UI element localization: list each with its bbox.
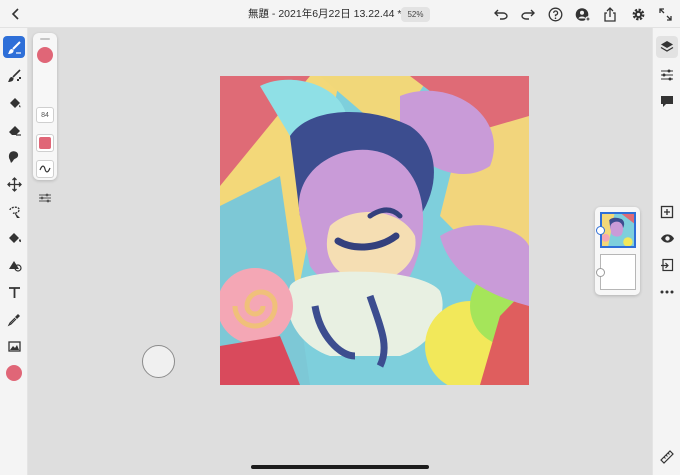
paint-brush-icon: [7, 40, 21, 54]
paint-bucket-icon: [8, 232, 21, 243]
share-icon: [604, 6, 616, 22]
expand-icon: [658, 7, 672, 21]
layers-button[interactable]: [656, 36, 678, 58]
shape-icon: [8, 260, 22, 272]
add-layer-button[interactable]: [656, 201, 678, 223]
eraser-tool[interactable]: [3, 118, 25, 140]
home-indicator: [251, 465, 429, 469]
back-button[interactable]: [6, 4, 26, 24]
layer-visibility-button[interactable]: [656, 227, 678, 249]
import-icon: [661, 258, 674, 272]
image-tool[interactable]: [3, 335, 25, 357]
layers-panel: [595, 207, 640, 295]
redo-button[interactable]: [519, 5, 537, 23]
document-title-group[interactable]: 無題 - 2021年6月22日 13.22.44 *: [248, 6, 420, 21]
sliders-icon: [661, 69, 673, 81]
artwork-canvas[interactable]: [220, 76, 529, 385]
layer-properties-button[interactable]: [656, 64, 678, 86]
undo-icon: [494, 9, 508, 20]
gear-icon: [632, 8, 644, 20]
fill-brush-tool[interactable]: [3, 91, 25, 113]
wave-icon: [39, 165, 51, 173]
fill-tool[interactable]: [3, 227, 25, 249]
undo-button[interactable]: [492, 5, 510, 23]
transform-tool[interactable]: [3, 173, 25, 195]
layer-thumbnail[interactable]: [600, 212, 636, 248]
smudge-tool[interactable]: [3, 145, 25, 167]
layer-status-badge[interactable]: [596, 226, 605, 235]
more-options-button[interactable]: [656, 281, 678, 303]
lasso-icon: [8, 206, 20, 218]
chevron-left-icon: [11, 8, 19, 20]
layer-status-badge[interactable]: [596, 268, 605, 277]
brush-size-field[interactable]: 84: [36, 107, 54, 123]
eye-icon: [660, 233, 674, 243]
document-title[interactable]: 無題 - 2021年6月22日 13.22.44 *: [248, 6, 402, 21]
current-color-swatch[interactable]: [6, 365, 22, 381]
right-toolbar: [652, 28, 680, 475]
image-icon: [7, 340, 21, 352]
pixel-brush-tool[interactable]: [3, 64, 25, 86]
add-layer-icon: [660, 205, 674, 219]
touch-cursor-indicator: [142, 345, 175, 378]
top-bar: 無題 - 2021年6月22日 13.22.44 * 52%: [0, 0, 680, 28]
color-picker-button[interactable]: [3, 362, 25, 384]
paint-brush-tool[interactable]: [3, 36, 25, 58]
eraser-icon: [8, 125, 21, 136]
ruler-icon: [660, 450, 674, 464]
fill-brush-icon: [9, 97, 20, 108]
eyedropper-tool[interactable]: [3, 308, 25, 330]
brush-settings-button[interactable]: [36, 189, 54, 207]
share-button[interactable]: [601, 5, 619, 23]
pixel-brush-icon: [7, 68, 21, 82]
artwork-illustration: [220, 76, 529, 385]
sliders-icon: [39, 193, 51, 203]
text-icon: [8, 286, 20, 298]
comment-icon: [661, 95, 673, 107]
selection-tool[interactable]: [3, 200, 25, 222]
brush-opacity-swatch[interactable]: [36, 134, 54, 152]
comments-button[interactable]: [656, 90, 678, 112]
ruler-button[interactable]: [656, 446, 678, 468]
add-user-button[interactable]: [574, 5, 592, 23]
redo-icon: [521, 9, 535, 20]
help-icon: [548, 7, 562, 21]
more-icon: [660, 290, 674, 294]
panel-grip[interactable]: [40, 38, 50, 40]
layer-thumbnail[interactable]: [600, 254, 636, 290]
brush-panel: 84: [33, 33, 57, 203]
zoom-level-badge[interactable]: 52%: [401, 7, 430, 22]
help-button[interactable]: [546, 5, 564, 23]
settings-button[interactable]: [629, 5, 647, 23]
brush-smoothing-button[interactable]: [36, 160, 54, 178]
add-user-icon: [575, 7, 591, 22]
text-tool[interactable]: [3, 281, 25, 303]
layer-preview: [602, 214, 634, 246]
eyedropper-icon: [7, 313, 20, 326]
left-toolbar: [0, 28, 28, 475]
brush-color-swatch: [39, 137, 51, 149]
fullscreen-button[interactable]: [656, 5, 674, 23]
brush-color-button[interactable]: [37, 47, 53, 63]
layers-icon: [660, 41, 674, 52]
smudge-icon: [8, 150, 18, 163]
layer-actions-button[interactable]: [656, 254, 678, 276]
shape-tool[interactable]: [3, 254, 25, 276]
move-icon: [6, 176, 22, 192]
